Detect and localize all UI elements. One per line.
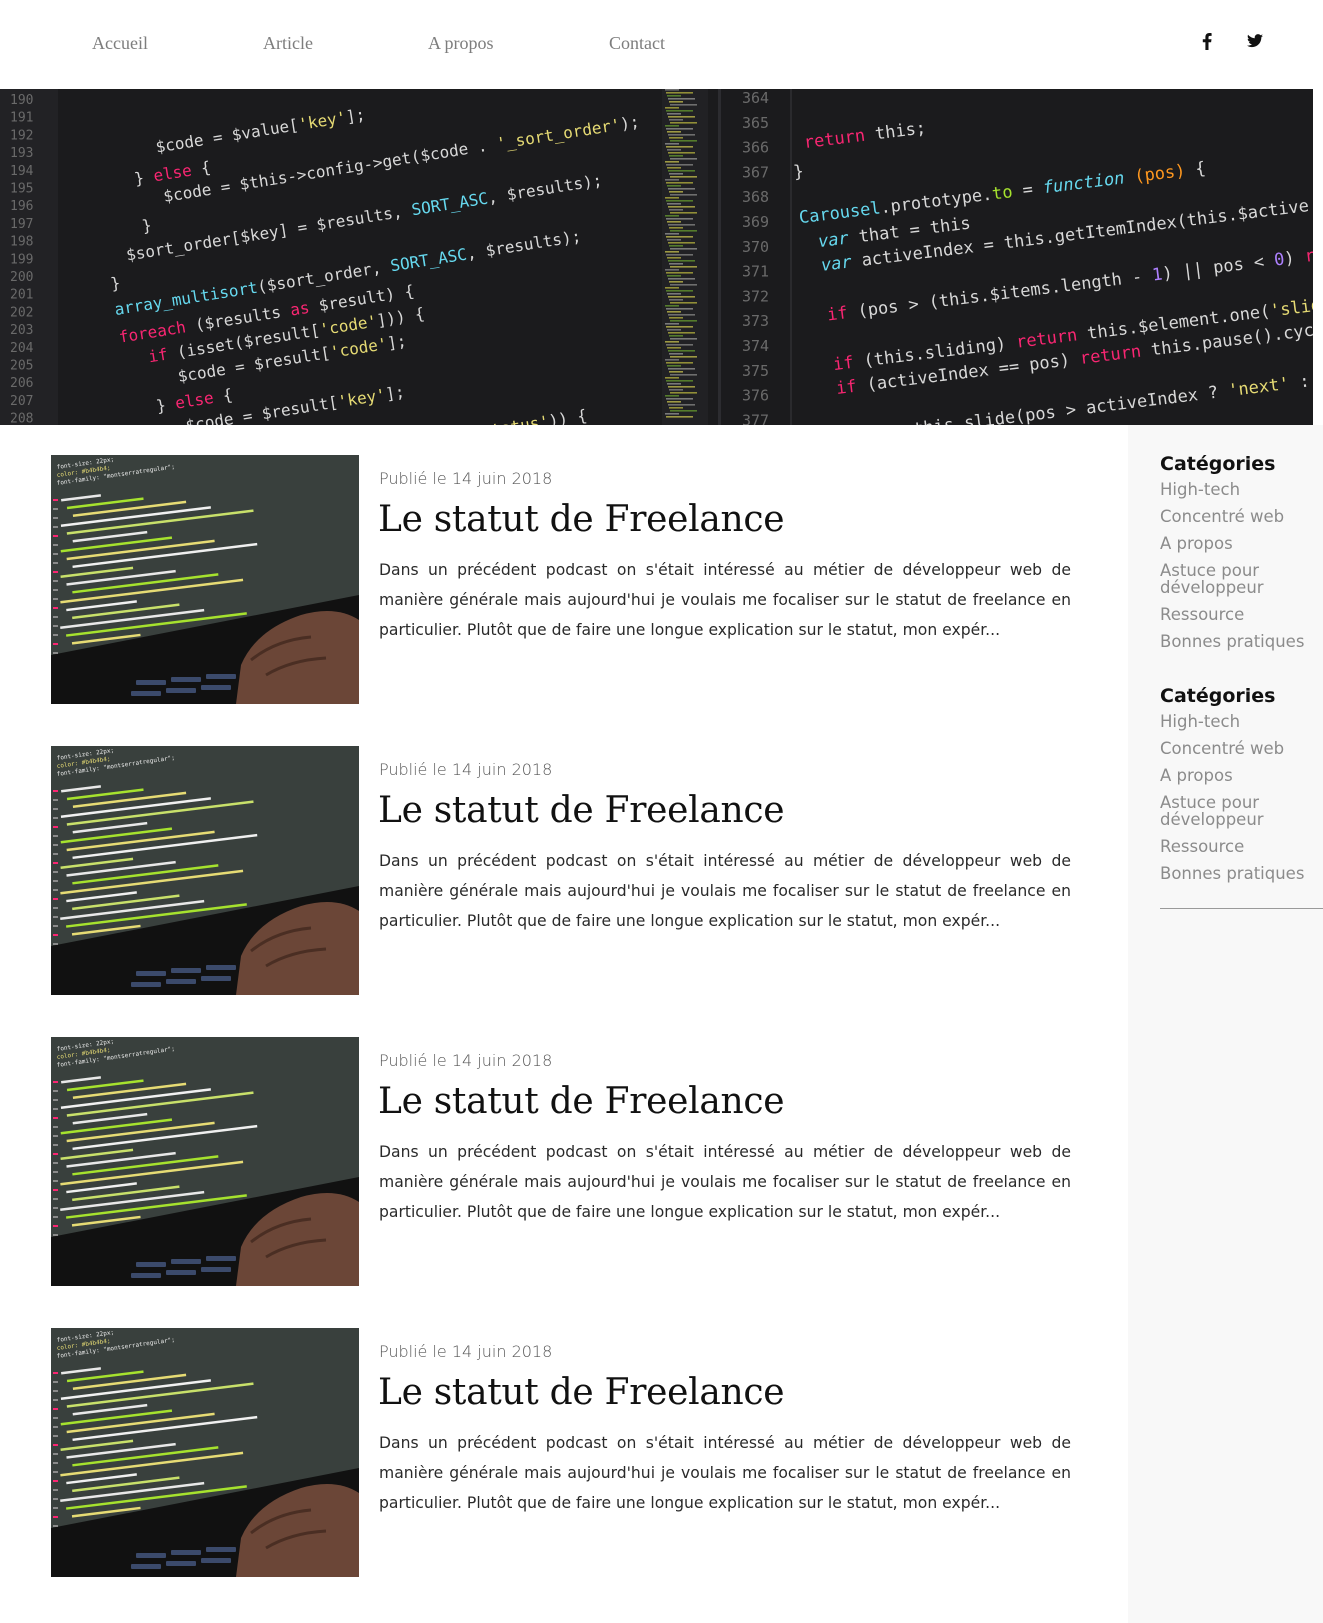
category-link-bonnes-pratiques[interactable]: Bonnes pratiques <box>1160 633 1323 650</box>
line-number: 194 <box>10 164 34 179</box>
line-number: 192 <box>10 128 33 143</box>
line-number: 199 <box>10 252 33 267</box>
hero-code-banner: 190 191 192 193 194 195 196 197 198 199 200 201 202 2… <box>0 89 1313 425</box>
categories-title: Catégories <box>1160 685 1276 707</box>
line-number: 369 <box>742 213 769 231</box>
category-link-astuce-developpeur[interactable]: Astuce pour développeur <box>1160 794 1300 828</box>
line-number: 372 <box>742 287 769 305</box>
line-number: 196 <box>10 199 33 214</box>
line-number: 205 <box>10 359 33 374</box>
blog-post: font-size: 22px; color: #b4b4b4; font-fa… <box>51 1328 1081 1577</box>
line-number: 204 <box>10 341 34 356</box>
line-number: 365 <box>742 114 769 132</box>
line-number: 207 <box>10 394 33 409</box>
category-link-concentre-web[interactable]: Concentré web <box>1160 740 1323 757</box>
category-link-a-propos[interactable]: A propos <box>1160 535 1323 552</box>
line-number: 371 <box>742 263 769 281</box>
line-number: 377 <box>742 411 769 425</box>
facebook-icon[interactable] <box>1196 30 1218 52</box>
post-title[interactable]: Le statut de Freelance <box>378 790 785 831</box>
line-number: 367 <box>742 163 769 181</box>
post-excerpt: Dans un précédent podcast on s'était int… <box>379 852 1071 930</box>
line-number: 370 <box>742 238 769 256</box>
post-title[interactable]: Le statut de Freelance <box>378 499 785 540</box>
line-number: 201 <box>10 288 33 303</box>
category-link-high-tech[interactable]: High-tech <box>1160 713 1323 730</box>
blog-post: font-size: 22px; color: #b4b4b4; font-fa… <box>51 1037 1081 1286</box>
post-thumbnail[interactable]: font-size: 22px; color: #b4b4b4; font-fa… <box>51 1037 359 1286</box>
category-link-concentre-web[interactable]: Concentré web <box>1160 508 1323 525</box>
post-date: Publié le 14 juin 2018 <box>379 469 553 488</box>
line-number: 208 <box>10 412 33 425</box>
line-number: 190 <box>10 93 33 108</box>
post-excerpt: Dans un précédent podcast on s'était int… <box>379 1434 1071 1512</box>
line-number: 202 <box>10 305 33 320</box>
category-link-astuce-developpeur[interactable]: Astuce pour développeur <box>1160 562 1300 596</box>
line-number: 376 <box>742 387 769 405</box>
sidebar-divider <box>1160 908 1323 909</box>
post-thumbnail[interactable]: font-size: 22px; color: #b4b4b4; font-fa… <box>51 1328 359 1577</box>
category-link-ressource[interactable]: Ressource <box>1160 606 1323 623</box>
categories-title: Catégories <box>1160 453 1276 475</box>
nav-link-contact[interactable]: Contact <box>609 33 665 54</box>
line-number: 206 <box>10 376 33 391</box>
line-number: 197 <box>10 217 33 232</box>
line-number: 200 <box>10 270 33 285</box>
line-number: 198 <box>10 235 33 250</box>
line-number: 366 <box>742 139 769 157</box>
top-navigation: Accueil Article A propos Contact <box>0 0 1323 89</box>
categories-block: Catégories High-tech Concentré web A pro… <box>1160 453 1323 660</box>
post-excerpt: Dans un précédent podcast on s'était int… <box>379 1143 1071 1221</box>
post-title[interactable]: Le statut de Freelance <box>378 1081 785 1122</box>
category-link-ressource[interactable]: Ressource <box>1160 838 1323 855</box>
post-title[interactable]: Le statut de Freelance <box>378 1372 785 1413</box>
nav-link-accueil[interactable]: Accueil <box>92 33 148 54</box>
post-thumbnail[interactable]: font-size: 22px; color: #b4b4b4; font-fa… <box>51 746 359 995</box>
line-number: 374 <box>742 337 769 355</box>
post-excerpt: Dans un précédent podcast on s'était int… <box>379 561 1071 639</box>
line-number: 375 <box>742 362 769 380</box>
categories-block: Catégories High-tech Concentré web A pro… <box>1160 685 1323 892</box>
sidebar: Catégories High-tech Concentré web A pro… <box>1128 425 1323 1623</box>
category-link-a-propos[interactable]: A propos <box>1160 767 1323 784</box>
line-number: 193 <box>10 146 33 161</box>
line-number: 203 <box>10 323 33 338</box>
category-link-bonnes-pratiques[interactable]: Bonnes pratiques <box>1160 865 1323 882</box>
nav-link-article[interactable]: Article <box>263 33 313 54</box>
line-number: 191 <box>10 111 33 126</box>
category-link-high-tech[interactable]: High-tech <box>1160 481 1323 498</box>
nav-link-a-propos[interactable]: A propos <box>428 33 494 54</box>
line-number: 364 <box>742 89 769 107</box>
post-date: Publié le 14 juin 2018 <box>379 1051 553 1070</box>
blog-post: font-size: 22px; color: #b4b4b4; font-fa… <box>51 455 1081 704</box>
post-date: Publié le 14 juin 2018 <box>379 760 553 779</box>
line-number: 368 <box>742 188 769 206</box>
post-date: Publié le 14 juin 2018 <box>379 1342 553 1361</box>
line-number: 373 <box>742 312 769 330</box>
line-number: 195 <box>10 182 33 197</box>
blog-post: font-size: 22px; color: #b4b4b4; font-fa… <box>51 746 1081 995</box>
post-thumbnail[interactable]: font-size: 22px; color: #b4b4b4; font-fa… <box>51 455 359 704</box>
twitter-icon[interactable] <box>1244 30 1266 52</box>
